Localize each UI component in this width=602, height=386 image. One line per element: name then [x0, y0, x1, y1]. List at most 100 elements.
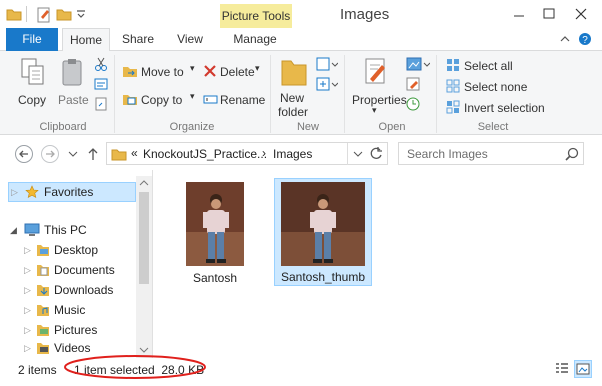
- nav-item-this-pc[interactable]: ◢ This PC: [8, 220, 136, 240]
- nav-item-downloads[interactable]: ▷ Downloads: [24, 280, 136, 300]
- ribbon-divider: [344, 55, 345, 133]
- copy-to-button[interactable]: Copy to ▾: [122, 91, 200, 109]
- edit-icon[interactable]: [406, 77, 422, 91]
- pane-divider[interactable]: [152, 170, 153, 358]
- maximize-button[interactable]: [538, 4, 560, 24]
- breadcrumb-item-knockoutjs[interactable]: KnockoutJS_Practice...: [143, 147, 267, 161]
- close-button[interactable]: [570, 4, 592, 24]
- collapse-ribbon-icon[interactable]: [560, 34, 570, 44]
- organize-group-label: Organize: [169, 121, 215, 133]
- breadcrumb-overflow[interactable]: «: [131, 146, 138, 160]
- up-button[interactable]: [86, 146, 100, 162]
- ribbon-divider: [114, 55, 115, 133]
- paste-button[interactable]: Paste: [54, 55, 94, 113]
- select-none-button[interactable]: Select none: [446, 78, 546, 96]
- minimize-button[interactable]: [508, 4, 530, 24]
- music-folder-icon: [37, 305, 49, 316]
- cut-icon[interactable]: [94, 57, 108, 71]
- nav-item-music[interactable]: ▷ Music: [24, 300, 136, 320]
- properties-icon: [365, 58, 385, 84]
- back-button[interactable]: [14, 144, 34, 164]
- tab-home[interactable]: Home: [62, 28, 110, 52]
- nav-item-favorites[interactable]: ▷ Favorites: [8, 182, 136, 202]
- nav-item-desktop[interactable]: ▷ Desktop: [24, 240, 136, 260]
- documents-folder-icon: [37, 265, 49, 276]
- new-folder-qa-icon[interactable]: [56, 7, 72, 21]
- expand-arrow-icon[interactable]: ▷: [24, 300, 31, 320]
- easy-access-icon[interactable]: [316, 77, 338, 91]
- file-name: Santosh: [192, 271, 238, 285]
- navigation-pane: ▷ Favorites ◢ This PC ▷ Desktop ▷ Docume…: [0, 176, 152, 358]
- window-title: Images: [340, 6, 390, 23]
- copy-path-icon[interactable]: [94, 77, 108, 91]
- address-dropdown-icon[interactable]: [353, 150, 363, 158]
- breadcrumb-separator[interactable]: ›: [262, 146, 266, 160]
- tab-view[interactable]: View: [168, 28, 212, 51]
- downloads-folder-icon: [37, 285, 49, 296]
- properties-button[interactable]: Properties ▾: [350, 55, 407, 117]
- new-folder-button[interactable]: New folder: [274, 55, 314, 119]
- expand-arrow-icon[interactable]: ▷: [24, 240, 31, 260]
- nav-scrollbar[interactable]: [136, 176, 152, 358]
- folder-icon[interactable]: [6, 7, 22, 21]
- invert-selection-button[interactable]: Invert selection: [446, 99, 550, 117]
- svg-text:?: ?: [582, 35, 588, 46]
- expand-arrow-icon[interactable]: ▷: [11, 183, 18, 201]
- open-icon[interactable]: [406, 57, 430, 71]
- expand-arrow-icon[interactable]: ▷: [24, 338, 31, 358]
- details-view-icon[interactable]: [554, 361, 570, 377]
- select-group-label: Select: [477, 121, 509, 133]
- file-name: Santosh_thumb: [280, 270, 366, 284]
- photo-thumbnail: [186, 182, 244, 266]
- item-count: 2 items: [18, 363, 57, 377]
- status-bar: 2 items 1 item selected 28.0 KB: [0, 355, 602, 386]
- file-item-selected[interactable]: Santosh_thumb: [274, 178, 372, 286]
- select-all-button[interactable]: Select all: [446, 57, 546, 75]
- picture-tools-context-tab: Picture Tools: [220, 4, 292, 28]
- copy-to-icon: [123, 95, 137, 105]
- paste-shortcut-icon[interactable]: [94, 97, 108, 111]
- recent-locations-icon[interactable]: [68, 150, 78, 158]
- dropdown-arrow-icon: ▾: [255, 63, 260, 73]
- move-to-icon: [123, 67, 137, 77]
- nav-item-documents[interactable]: ▷ Documents: [24, 260, 136, 280]
- delete-button[interactable]: Delete ▾: [203, 63, 263, 81]
- tab-share[interactable]: Share: [116, 28, 160, 51]
- search-placeholder: Search Images: [407, 147, 488, 161]
- qa-divider: [26, 6, 27, 22]
- file-item[interactable]: Santosh: [186, 182, 244, 288]
- move-to-button[interactable]: Move to ▾: [122, 63, 200, 81]
- ribbon-tab-bar: File Home Share View Manage ?: [0, 28, 602, 52]
- dropdown-arrow-icon: ▾: [190, 63, 195, 73]
- forward-button[interactable]: [40, 144, 60, 164]
- select-all-icon: [447, 59, 459, 71]
- properties-qa-icon[interactable]: [36, 7, 52, 23]
- rename-button[interactable]: Rename: [203, 91, 265, 109]
- expand-arrow-icon[interactable]: ▷: [24, 280, 31, 300]
- rename-icon: [203, 95, 218, 104]
- address-bar[interactable]: « KnockoutJS_Practice... › Images: [106, 142, 388, 165]
- history-icon[interactable]: [406, 97, 422, 111]
- tab-file[interactable]: File: [6, 28, 58, 51]
- large-icons-view-icon[interactable]: [574, 360, 592, 378]
- expand-arrow-icon[interactable]: ▷: [24, 320, 31, 340]
- collapse-arrow-icon[interactable]: ◢: [10, 220, 17, 240]
- nav-item-pictures[interactable]: ▷ Pictures: [24, 320, 136, 340]
- search-icon[interactable]: [565, 147, 579, 161]
- customize-qa-icon[interactable]: [76, 9, 86, 19]
- search-input[interactable]: Search Images: [398, 142, 584, 165]
- navigation-bar: « KnockoutJS_Practice... › Images Search…: [0, 138, 602, 170]
- expand-arrow-icon[interactable]: ▷: [24, 260, 31, 280]
- invert-selection-icon: [446, 100, 460, 114]
- tab-manage[interactable]: Manage: [224, 28, 286, 51]
- copy-button[interactable]: Copy: [12, 55, 54, 113]
- star-icon: [25, 185, 39, 199]
- refresh-icon[interactable]: [369, 146, 383, 160]
- select-none-icon: [446, 79, 460, 93]
- clipboard-group-label: Clipboard: [39, 121, 87, 133]
- dropdown-arrow-icon: ▾: [372, 105, 377, 115]
- folder-icon: [111, 149, 127, 161]
- help-icon[interactable]: ?: [578, 32, 592, 46]
- new-item-icon[interactable]: [316, 57, 338, 71]
- breadcrumb-item-images[interactable]: Images: [273, 147, 312, 161]
